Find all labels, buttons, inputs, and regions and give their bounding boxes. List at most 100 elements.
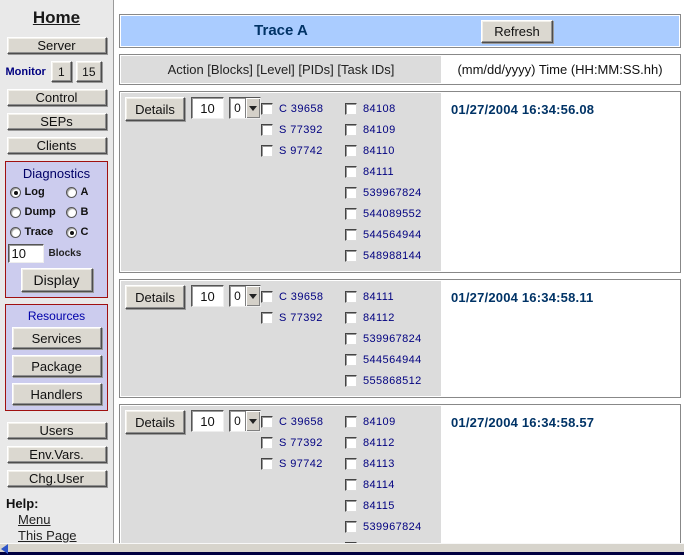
task-id-checkbox-row[interactable]: 84112: [345, 432, 441, 453]
details-button[interactable]: Details: [125, 285, 185, 309]
checkbox-icon[interactable]: [261, 437, 273, 449]
radio-trace[interactable]: Trace: [10, 226, 66, 238]
checkbox-icon[interactable]: [345, 124, 357, 136]
entry-time-cell: 01/27/2004 16:34:58.11: [441, 281, 679, 396]
horizontal-scrollbar[interactable]: [0, 543, 684, 552]
checkbox-icon[interactable]: [345, 333, 357, 345]
task-id-label: 555868512: [363, 375, 422, 387]
level-dropdown[interactable]: 0: [229, 97, 261, 119]
task-id-checkbox-row[interactable]: 84110: [345, 140, 441, 161]
checkbox-icon[interactable]: [345, 437, 357, 449]
checkbox-icon[interactable]: [261, 124, 273, 136]
checkbox-icon[interactable]: [345, 291, 357, 303]
task-id-checkbox-row[interactable]: 84111: [345, 286, 441, 307]
task-id-checkbox-row[interactable]: 539967824: [345, 182, 441, 203]
checkbox-icon[interactable]: [345, 354, 357, 366]
seps-button[interactable]: SEPs: [7, 113, 107, 130]
entry-blocks-input[interactable]: [191, 410, 224, 432]
task-id-checkbox-row[interactable]: 544564944: [345, 349, 441, 370]
users-button[interactable]: Users: [7, 422, 107, 439]
task-id-checkbox-row[interactable]: 539967824: [345, 516, 441, 537]
radio-dump[interactable]: Dump: [10, 206, 66, 218]
checkbox-icon[interactable]: [261, 312, 273, 324]
task-id-checkbox-row[interactable]: 84113: [345, 453, 441, 474]
checkbox-icon[interactable]: [345, 375, 357, 387]
checkbox-icon[interactable]: [345, 500, 357, 512]
help-link-menu[interactable]: Menu: [18, 512, 77, 527]
checkbox-icon[interactable]: [261, 145, 273, 157]
checkbox-icon[interactable]: [261, 458, 273, 470]
entry-blocks-input[interactable]: [191, 285, 224, 307]
checkbox-icon[interactable]: [345, 187, 357, 199]
checkbox-icon[interactable]: [261, 103, 273, 115]
refresh-button[interactable]: Refresh: [481, 20, 553, 43]
chg-user-button[interactable]: Chg.User: [7, 470, 107, 487]
radio-log[interactable]: Log: [10, 186, 66, 198]
checkbox-icon[interactable]: [261, 291, 273, 303]
radio-icon[interactable]: [10, 187, 21, 198]
pid-checkbox-row[interactable]: C 39658: [261, 411, 345, 432]
task-id-checkbox-row[interactable]: 539967824: [345, 328, 441, 349]
level-dropdown[interactable]: 0: [229, 285, 261, 307]
services-button[interactable]: Services: [12, 327, 102, 349]
task-id-checkbox-row[interactable]: 84108: [345, 98, 441, 119]
pid-checkbox-row[interactable]: S 77392: [261, 119, 345, 140]
scroll-arrow-icon[interactable]: [1, 544, 8, 554]
pid-checkbox-row[interactable]: S 97742: [261, 140, 345, 161]
radio-icon[interactable]: [66, 207, 77, 218]
checkbox-icon[interactable]: [345, 312, 357, 324]
clients-button[interactable]: Clients: [7, 137, 107, 154]
radio-icon[interactable]: [10, 227, 21, 238]
chevron-down-icon[interactable]: [245, 98, 260, 118]
checkbox-icon[interactable]: [345, 166, 357, 178]
chevron-down-icon[interactable]: [245, 411, 260, 431]
checkbox-icon[interactable]: [345, 458, 357, 470]
task-id-checkbox-row[interactable]: 548988144: [345, 245, 441, 266]
radio-c[interactable]: C: [66, 226, 104, 238]
task-id-checkbox-row[interactable]: 544089552: [345, 203, 441, 224]
level-dropdown[interactable]: 0: [229, 410, 261, 432]
task-id-checkbox-row[interactable]: 84115: [345, 495, 441, 516]
details-button[interactable]: Details: [125, 410, 185, 434]
task-id-checkbox-row[interactable]: 84111: [345, 161, 441, 182]
task-id-checkbox-row[interactable]: 84112: [345, 307, 441, 328]
task-id-checkbox-row[interactable]: 544564944: [345, 224, 441, 245]
task-id-checkbox-row[interactable]: 555868512: [345, 370, 441, 391]
checkbox-icon[interactable]: [345, 521, 357, 533]
chevron-down-icon[interactable]: [245, 286, 260, 306]
task-id-checkbox-row[interactable]: 84109: [345, 119, 441, 140]
monitor-1-button[interactable]: 1: [51, 61, 72, 82]
pid-checkbox-row[interactable]: C 39658: [261, 286, 345, 307]
pid-checkbox-row[interactable]: C 39658: [261, 98, 345, 119]
help-link-this-page[interactable]: This Page: [18, 528, 77, 543]
package-button[interactable]: Package: [12, 355, 102, 377]
control-button[interactable]: Control: [7, 89, 107, 106]
radio-b[interactable]: B: [66, 206, 104, 218]
radio-icon[interactable]: [10, 207, 21, 218]
display-button[interactable]: Display: [21, 268, 93, 292]
checkbox-icon[interactable]: [345, 145, 357, 157]
pid-checkbox-row[interactable]: S 77392: [261, 432, 345, 453]
checkbox-icon[interactable]: [345, 479, 357, 491]
checkbox-icon[interactable]: [345, 208, 357, 220]
pid-checkbox-row[interactable]: S 77392: [261, 307, 345, 328]
task-id-checkbox-row[interactable]: 84109: [345, 411, 441, 432]
blocks-input[interactable]: [8, 244, 44, 263]
handlers-button[interactable]: Handlers: [12, 383, 102, 405]
details-button[interactable]: Details: [125, 97, 185, 121]
task-id-checkbox-row[interactable]: 84114: [345, 474, 441, 495]
env-vars-button[interactable]: Env.Vars.: [7, 446, 107, 463]
monitor-15-button[interactable]: 15: [76, 61, 102, 82]
pid-checkbox-row[interactable]: S 97742: [261, 453, 345, 474]
checkbox-icon[interactable]: [261, 416, 273, 428]
checkbox-icon[interactable]: [345, 416, 357, 428]
entry-blocks-input[interactable]: [191, 97, 224, 119]
checkbox-icon[interactable]: [345, 103, 357, 115]
radio-icon[interactable]: [66, 187, 77, 198]
server-button[interactable]: Server: [7, 37, 107, 54]
radio-icon[interactable]: [66, 227, 77, 238]
radio-a[interactable]: A: [66, 186, 104, 198]
checkbox-icon[interactable]: [345, 250, 357, 262]
home-link[interactable]: Home: [33, 8, 80, 28]
checkbox-icon[interactable]: [345, 229, 357, 241]
